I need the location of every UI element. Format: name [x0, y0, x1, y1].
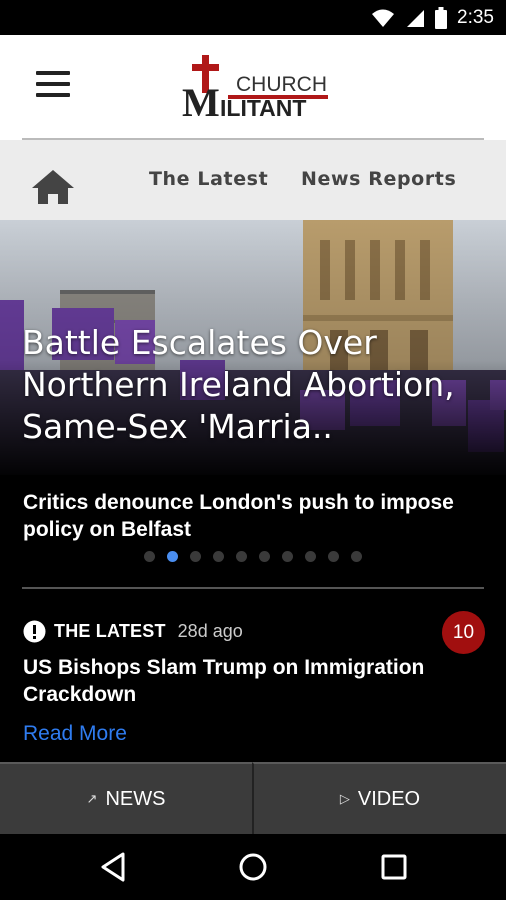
cell-signal-icon: [407, 10, 425, 27]
carousel-dot[interactable]: [236, 551, 247, 562]
video-tab-label: VIDEO: [357, 787, 421, 810]
trend-arrow-icon: ↗: [86, 791, 98, 806]
news-tab-button[interactable]: ↗ NEWS: [0, 762, 252, 834]
battery-icon: [435, 7, 448, 29]
tab-the-latest[interactable]: The Latest: [149, 168, 268, 190]
nav-bar: The Latest News Reports: [0, 140, 506, 220]
comment-count-badge[interactable]: 10: [442, 611, 485, 654]
recents-icon[interactable]: [377, 850, 411, 884]
hero-slider[interactable]: Battle Escalates Over Northern Ireland A…: [0, 220, 506, 475]
wifi-icon: [372, 9, 395, 27]
carousel-dot[interactable]: [259, 551, 270, 562]
svg-text:CHURCH: CHURCH: [236, 73, 327, 96]
carousel-dot[interactable]: [351, 551, 362, 562]
carousel-dot[interactable]: [282, 551, 293, 562]
carousel-dot[interactable]: [213, 551, 224, 562]
video-tab-button[interactable]: ▷ VIDEO: [252, 762, 506, 834]
hero-title[interactable]: Battle Escalates Over Northern Ireland A…: [22, 322, 492, 448]
play-icon: ▷: [339, 791, 350, 806]
home-circle-icon[interactable]: [236, 850, 270, 884]
article-title[interactable]: US Bishops Slam Trump on Immigration Cra…: [23, 654, 473, 708]
svg-text:M: M: [182, 80, 220, 123]
tab-news-reports[interactable]: News Reports: [301, 168, 456, 190]
hamburger-menu-icon[interactable]: [36, 68, 70, 100]
news-tab-label: NEWS: [105, 787, 166, 810]
bottom-tab-bar: ↗ NEWS ▷ VIDEO: [0, 762, 506, 834]
article-meta: THE LATEST 28d ago: [23, 620, 243, 643]
hero-subtitle[interactable]: Critics denounce London's push to impose…: [23, 489, 483, 543]
back-icon[interactable]: [97, 850, 131, 884]
carousel-dot[interactable]: [167, 551, 178, 562]
carousel-dot[interactable]: [328, 551, 339, 562]
status-bar: 2:35: [0, 0, 506, 35]
app-header: CHURCH M ILITANT: [0, 35, 506, 140]
carousel-dot[interactable]: [190, 551, 201, 562]
hero-caption: Critics denounce London's push to impose…: [0, 475, 506, 590]
exclamation-circle-icon: [23, 620, 46, 643]
church-militant-logo[interactable]: CHURCH M ILITANT: [180, 53, 330, 123]
status-time: 2:35: [457, 7, 494, 28]
svg-text:ILITANT: ILITANT: [220, 95, 306, 121]
status-icons: 2:35: [371, 6, 494, 30]
carousel-indicators: [0, 551, 506, 562]
home-icon[interactable]: [30, 166, 76, 206]
caption-divider: [22, 587, 484, 589]
carousel-dot[interactable]: [144, 551, 155, 562]
article-card[interactable]: THE LATEST 28d ago 10 US Bishops Slam Tr…: [0, 590, 506, 762]
read-more-link[interactable]: Read More: [23, 722, 127, 746]
system-navigation-bar: [0, 834, 506, 900]
carousel-dot[interactable]: [305, 551, 316, 562]
article-category: THE LATEST: [54, 621, 166, 641]
article-time: 28d ago: [177, 621, 243, 641]
